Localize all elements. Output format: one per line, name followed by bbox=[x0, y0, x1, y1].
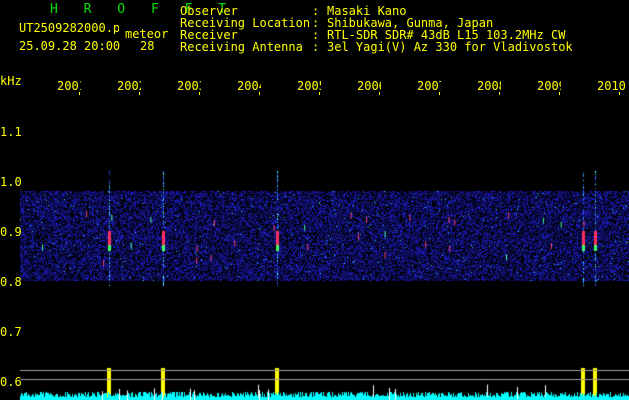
x-tick-label: 2003 bbox=[177, 79, 201, 93]
x-tick-mark bbox=[499, 92, 500, 95]
info-value: 3el Yagi(V) Az 330 for Vladivostok bbox=[327, 40, 573, 54]
filename: UT2509282000.png bbox=[19, 22, 119, 34]
y-tick-label: 0.9 bbox=[0, 225, 22, 239]
y-tick-label: 0.7 bbox=[0, 325, 22, 339]
spectrogram-canvas bbox=[0, 0, 629, 400]
x-tick-label: 2008 bbox=[477, 79, 501, 93]
y-tick-label: 0.6 bbox=[0, 375, 22, 389]
x-tick-mark bbox=[259, 92, 260, 95]
x-tick-mark bbox=[379, 92, 380, 95]
value-readout: 28 bbox=[140, 39, 155, 53]
datetime: 25.09.28 20:00 bbox=[19, 39, 121, 53]
x-tick-label: 2005 bbox=[297, 79, 321, 93]
y-axis-label: kHz bbox=[0, 74, 22, 88]
x-tick-mark bbox=[319, 92, 320, 95]
info-label: Receiving Antenna bbox=[180, 40, 303, 54]
x-tick-label: 2010 bbox=[597, 79, 626, 93]
x-tick-mark bbox=[439, 92, 440, 95]
x-tick-mark bbox=[79, 92, 80, 95]
y-tick-label: 0.8 bbox=[0, 275, 22, 289]
x-tick-mark bbox=[139, 92, 140, 95]
x-tick-mark bbox=[559, 92, 560, 95]
info-colon: : bbox=[312, 40, 320, 54]
x-tick-mark bbox=[199, 92, 200, 95]
x-tick-label: 2001 bbox=[57, 79, 81, 93]
x-tick-label: 2007 bbox=[417, 79, 441, 93]
y-tick-label: 1.1 bbox=[0, 125, 22, 139]
x-tick-mark bbox=[619, 92, 620, 95]
x-tick-label: 2009 bbox=[537, 79, 561, 93]
y-tick-label: 1.0 bbox=[0, 175, 22, 189]
x-tick-label: 2002 bbox=[117, 79, 141, 93]
x-tick-label: 2004 bbox=[237, 79, 261, 93]
x-tick-label: 2006 bbox=[357, 79, 381, 93]
